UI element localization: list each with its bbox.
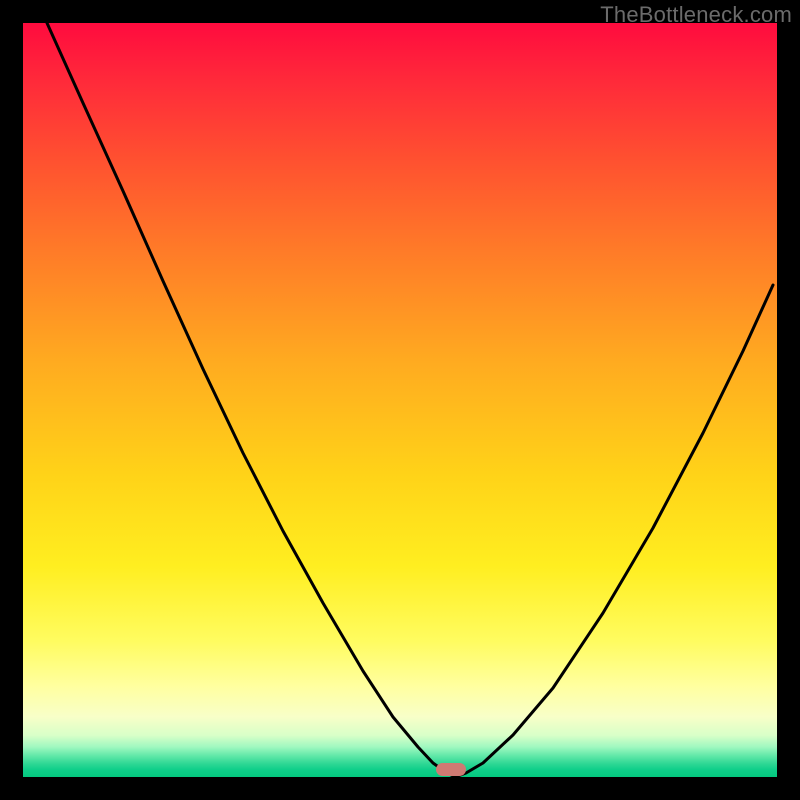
watermark-text: TheBottleneck.com	[600, 2, 792, 28]
optimal-point-marker	[436, 763, 466, 776]
plot-area	[23, 23, 777, 777]
chart-frame: TheBottleneck.com	[0, 0, 800, 800]
bottleneck-curve	[23, 23, 777, 777]
